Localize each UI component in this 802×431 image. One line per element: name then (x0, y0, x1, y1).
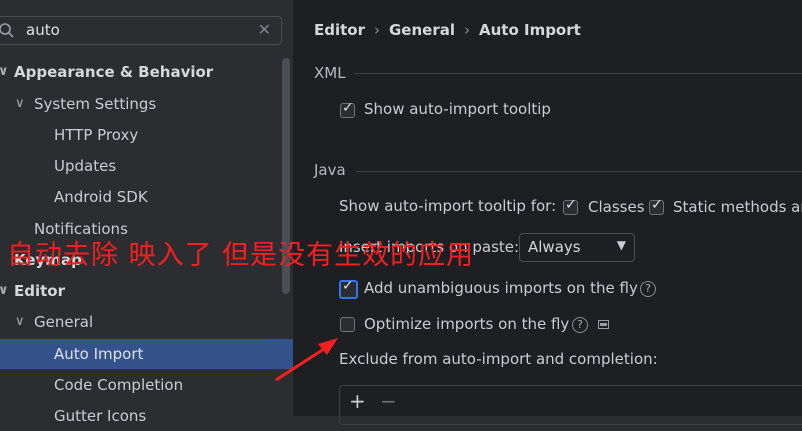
dropdown-arrow-icon: ▼ (616, 238, 626, 252)
tree-item-editor[interactable]: ∨ Editor (0, 276, 293, 306)
classes-checkbox[interactable] (563, 197, 578, 215)
add-button[interactable]: + (349, 389, 366, 413)
optimize-imports-checkbox[interactable] (340, 317, 355, 332)
search-icon (0, 23, 14, 38)
chevron-down-icon[interactable]: ∨ (15, 307, 25, 337)
breadcrumb-separator-icon: › (374, 21, 380, 39)
insert-on-paste-select[interactable]: Always ▼ (519, 233, 635, 262)
settings-sidebar: auto ✕ ∨ Appearance & Behavior ∨ System … (0, 0, 293, 425)
section-title-xml: XML (314, 64, 346, 82)
tree-item-system-settings[interactable]: ∨ System Settings (0, 89, 293, 119)
breadcrumb-editor[interactable]: Editor (314, 21, 365, 39)
search-input[interactable]: auto (26, 21, 60, 39)
exclude-list[interactable] (339, 385, 802, 425)
chevron-down-icon[interactable]: ∨ (0, 57, 9, 87)
tree-item-code-completion[interactable]: Code Completion (0, 370, 293, 400)
tree-item-auto-import[interactable]: Auto Import (0, 339, 293, 369)
show-tooltip-xml-checkbox[interactable] (340, 100, 355, 118)
tree-item-android-sdk[interactable]: Android SDK (0, 182, 293, 212)
help-icon[interactable]: ? (572, 317, 588, 333)
show-tooltip-xml-label[interactable]: Show auto-import tooltip (364, 100, 551, 118)
breadcrumb-current: Auto Import (479, 21, 581, 39)
breadcrumb-general[interactable]: General (389, 21, 455, 39)
static-methods-label[interactable]: Static methods an (673, 198, 802, 216)
clear-search-icon[interactable]: ✕ (258, 20, 271, 39)
remove-button[interactable]: − (380, 389, 397, 413)
tooltip-for-label: Show auto-import tooltip for: (339, 197, 557, 215)
static-methods-checkbox[interactable] (649, 197, 664, 215)
tree-item-http-proxy[interactable]: HTTP Proxy (0, 120, 293, 150)
optimize-imports-label[interactable]: Optimize imports on the fly (364, 315, 569, 333)
section-title-java: Java (314, 161, 346, 179)
tree-item-gutter-icons[interactable]: Gutter Icons (0, 401, 293, 431)
chevron-down-icon[interactable]: ∨ (0, 276, 9, 306)
section-divider (356, 171, 802, 172)
add-unambiguous-label[interactable]: Add unambiguous imports on the fly (364, 279, 638, 297)
settings-search-field[interactable]: auto ✕ (0, 16, 282, 45)
tree-item-appearance-behavior[interactable]: ∨ Appearance & Behavior (0, 57, 293, 87)
breadcrumb-separator-icon: › (464, 21, 470, 39)
red-annotation-text: 自动去除 映入了 但是没有生效的应用 (7, 240, 475, 271)
add-unambiguous-checkbox[interactable] (339, 278, 358, 299)
section-divider (354, 73, 802, 74)
chevron-down-icon[interactable]: ∨ (15, 89, 25, 119)
classes-label[interactable]: Classes (588, 198, 645, 216)
exclude-label: Exclude from auto-import and completion: (339, 350, 658, 368)
breadcrumb: Editor › General › Auto Import (314, 21, 581, 39)
settings-content: Editor › General › Auto Import XML Show auto… (293, 0, 802, 425)
help-icon[interactable]: ? (640, 281, 656, 297)
tree-item-updates[interactable]: Updates (0, 151, 293, 181)
scope-icon[interactable] (598, 320, 609, 329)
tree-item-general[interactable]: ∨ General (0, 307, 293, 337)
